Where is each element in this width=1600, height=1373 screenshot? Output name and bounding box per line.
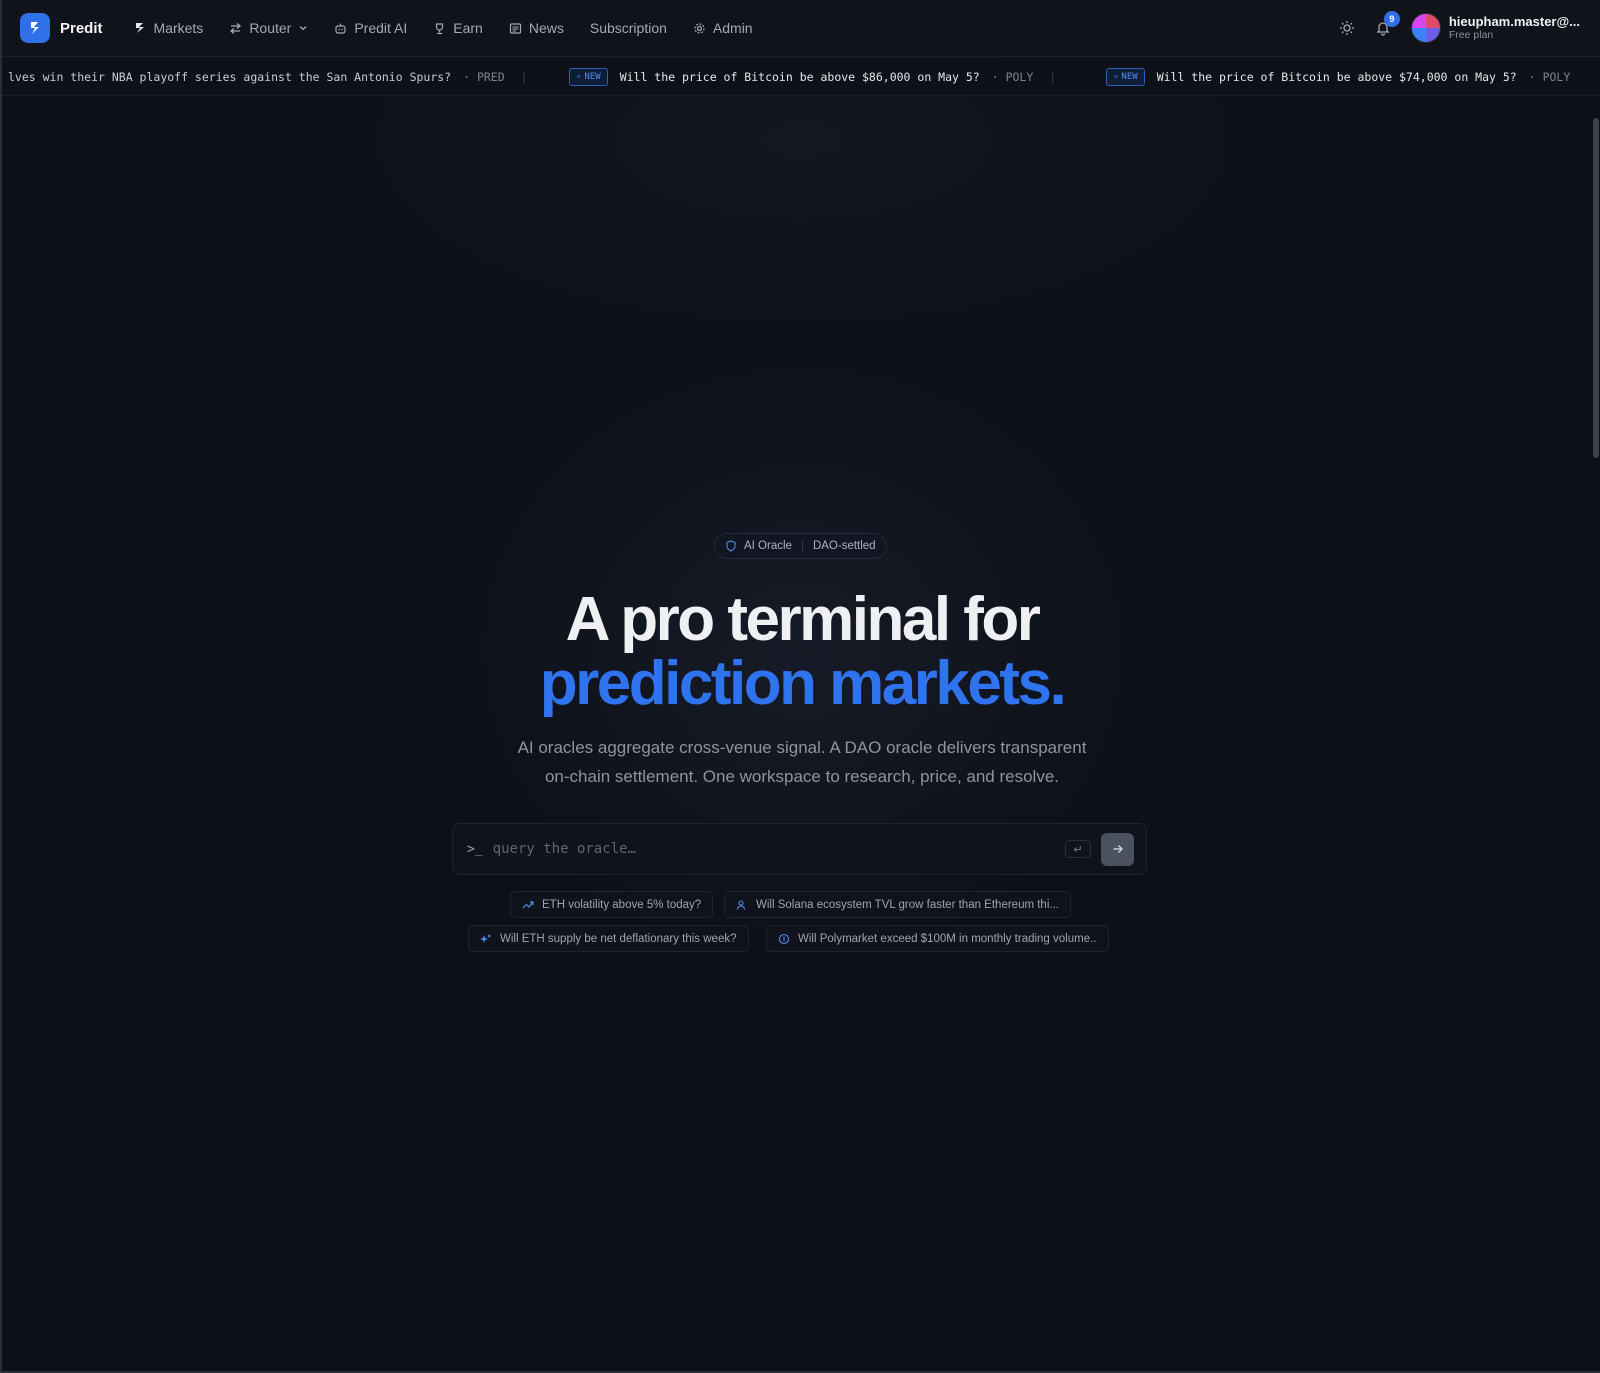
- hero-subtitle: AI oracles aggregate cross-venue signal.…: [2, 733, 1600, 791]
- hero-subtitle-line2: on-chain settlement. One workspace to re…: [544, 767, 1060, 786]
- nav-items: Markets Router Predit AI Earn News Subsc…: [133, 20, 779, 36]
- nav-item-news[interactable]: News: [509, 20, 564, 36]
- predit-mark-icon: [135, 23, 144, 33]
- nav-item-label: Markets: [153, 20, 204, 36]
- ticker-divider: |: [1049, 70, 1057, 84]
- oracle-query-input[interactable]: [492, 841, 1065, 857]
- nav-item-label: News: [528, 20, 564, 36]
- suggestion-label: Will ETH supply be net deflationary this…: [500, 932, 737, 945]
- suggestion-chip[interactable]: Will ETH supply be net deflationary this…: [468, 925, 749, 952]
- ticker-item[interactable]: lves win their NBA playoff series agains…: [8, 58, 528, 95]
- suggestion-label: Will Solana ecosystem TVL grow faster th…: [756, 898, 1059, 911]
- suggestion-label: ETH volatility above 5% today?: [542, 898, 702, 911]
- top-nav: Predit Markets Router Predit AI Earn New…: [2, 0, 1600, 57]
- hero-title-line1: A pro terminal for: [565, 585, 1041, 654]
- notifications-button[interactable]: 9: [1369, 11, 1400, 42]
- sun-icon: [1339, 21, 1354, 35]
- nav-item-label: Router: [249, 20, 292, 36]
- notification-count-badge: 9: [1383, 11, 1400, 27]
- nav-item-earn[interactable]: Earn: [433, 20, 483, 36]
- oracle-query-box: >_ ↵: [452, 823, 1147, 875]
- nav-item-predit-ai[interactable]: Predit AI: [334, 20, 407, 36]
- app-frame: Predit Markets Router Predit AI Earn New…: [0, 0, 1600, 1373]
- suggestion-chip[interactable]: Will Polymarket exceed $100M in monthly …: [766, 925, 1109, 952]
- shield-icon: [726, 540, 736, 552]
- nav-item-subscription[interactable]: Subscription: [590, 20, 667, 36]
- trending-up-icon: [522, 900, 534, 908]
- chip-divider: [801, 540, 803, 552]
- router-icon: [230, 22, 242, 34]
- new-badge-label: NEW: [584, 72, 601, 82]
- hero-subtitle-line1: AI oracles aggregate cross-venue signal.…: [517, 738, 1087, 757]
- nav-item-label: Subscription: [589, 20, 667, 36]
- nav-item-label: Earn: [453, 20, 483, 36]
- chip-label-secondary: DAO-settled: [812, 540, 876, 552]
- hero-chip: AI Oracle DAO-settled: [714, 533, 887, 559]
- new-badge: ✧ NEW: [569, 68, 608, 86]
- enter-key-hint: ↵: [1065, 840, 1091, 858]
- nav-right: 9 hieupham.master@... Free plan: [1333, 11, 1580, 43]
- theme-toggle-button[interactable]: [1333, 14, 1361, 42]
- terminal-prompt-icon: >_: [467, 841, 483, 857]
- nav-item-label: Predit AI: [354, 20, 408, 36]
- sparkle-icon: ✧: [576, 72, 582, 82]
- ticker-item[interactable]: ✧ NEW Will the price of Bitcoin be above…: [1106, 58, 1571, 95]
- user-plan: Free plan: [1448, 29, 1494, 42]
- predit-logo-icon: [20, 13, 50, 43]
- suggestion-chip[interactable]: ETH volatility above 5% today?: [510, 891, 714, 918]
- suggestion-chip[interactable]: Will Solana ecosystem TVL grow faster th…: [724, 891, 1071, 918]
- nav-item-markets[interactable]: Markets: [133, 20, 204, 36]
- ticker-source: · POLY: [991, 70, 1034, 84]
- ticker-question: Will the price of Bitcoin be above $74,0…: [1156, 70, 1517, 84]
- scrollbar-thumb[interactable]: [1593, 118, 1599, 458]
- sparkle-icon: ✧: [1113, 72, 1119, 82]
- users-icon: [736, 899, 746, 910]
- ticker-item[interactable]: ✧ NEW Will the price of Bitcoin be above…: [569, 58, 1057, 95]
- gear-icon: [694, 22, 705, 34]
- brand-name: Predit: [60, 19, 103, 37]
- ticker-question: lves win their NBA playoff series agains…: [8, 70, 452, 84]
- user-menu[interactable]: hieupham.master@... Free plan: [1410, 13, 1580, 43]
- user-name: hieupham.master@...: [1448, 13, 1580, 29]
- ticker-question: Will the price of Bitcoin be above $86,0…: [619, 70, 980, 84]
- page-scrollbar[interactable]: [1592, 96, 1600, 1371]
- nav-item-router[interactable]: Router: [229, 20, 308, 36]
- chevron-down-icon: [299, 26, 307, 31]
- chip-label-primary: AI Oracle: [744, 540, 792, 552]
- avatar: [1410, 13, 1441, 43]
- ticker-source: · PRED: [463, 70, 505, 84]
- hero-title-line2: prediction markets.: [539, 649, 1067, 718]
- nav-item-admin[interactable]: Admin: [693, 20, 753, 36]
- suggestion-label: Will Polymarket exceed $100M in monthly …: [798, 932, 1097, 945]
- submit-query-button[interactable]: [1101, 832, 1134, 866]
- arrow-right-icon: [1113, 844, 1123, 854]
- ticker-divider: |: [520, 70, 528, 84]
- bot-icon: [335, 23, 346, 34]
- sparkles-icon: [480, 933, 491, 943]
- nav-item-label: Admin: [712, 20, 753, 36]
- brand[interactable]: Predit: [20, 13, 103, 43]
- new-badge-label: NEW: [1121, 72, 1138, 82]
- market-ticker: lves win their NBA playoff series agains…: [2, 58, 1600, 96]
- trophy-icon: [436, 22, 444, 34]
- coin-icon: [778, 933, 790, 944]
- newspaper-icon: [509, 22, 521, 34]
- new-badge: ✧ NEW: [1106, 68, 1145, 86]
- ticker-source: · POLY: [1528, 70, 1571, 84]
